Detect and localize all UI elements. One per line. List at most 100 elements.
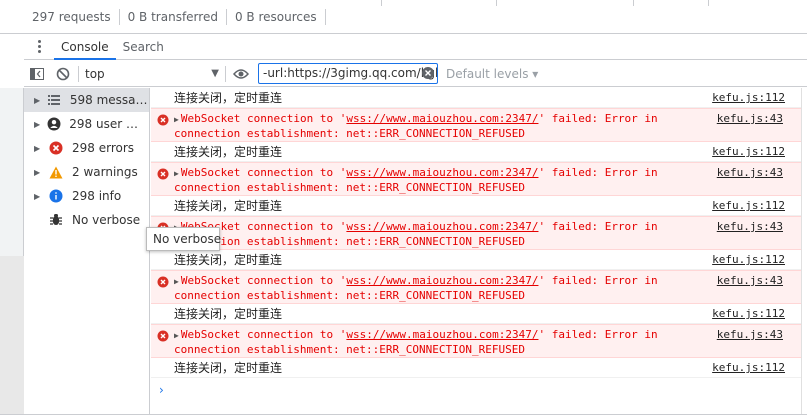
tab-search[interactable]: Search bbox=[116, 34, 171, 59]
error-detail: connection establishment: net::ERR_CONNE… bbox=[174, 289, 525, 302]
resources-size: 0 B resources bbox=[227, 8, 326, 25]
scrollbar[interactable] bbox=[801, 88, 807, 420]
sidebar-item-verbose[interactable]: No verbose bbox=[24, 208, 149, 232]
console-log-message: 连接关闭，定时重连 kefu.js:112 bbox=[151, 250, 801, 270]
console-error-message: ▶WebSocket connection to 'wss://www.maio… bbox=[151, 108, 801, 142]
console-prompt-input[interactable]: › bbox=[151, 378, 801, 397]
source-link[interactable]: kefu.js:43 bbox=[717, 112, 783, 126]
tab-console[interactable]: Console bbox=[54, 34, 116, 60]
console-error-message: ▶WebSocket connection to 'wss://www.maio… bbox=[151, 162, 801, 196]
log-levels-dropdown[interactable]: Default levels ▾ bbox=[446, 67, 538, 81]
error-icon bbox=[157, 276, 169, 288]
error-text: ▶WebSocket connection to 'wss://www.maio… bbox=[174, 166, 694, 195]
expand-arrow-icon[interactable]: ▶ bbox=[174, 169, 179, 178]
console-log-message: 连接关闭，定时重连 kefu.js:112 bbox=[151, 196, 801, 216]
transferred-size: 0 B transferred bbox=[120, 8, 227, 25]
column-divider bbox=[496, 0, 497, 6]
chevron-right-icon: › bbox=[159, 383, 164, 397]
warning-icon bbox=[48, 164, 64, 180]
console-log-message: 连接关闭，定时重连 kefu.js:112 bbox=[151, 304, 801, 324]
sidebar-item-errors[interactable]: ▶ 298 errors bbox=[24, 136, 149, 160]
console-log-message: 连接关闭，定时重连 kefu.js:112 bbox=[151, 142, 801, 162]
console-log-message: 连接关闭，定时重连 kefu.js:112 bbox=[151, 358, 801, 378]
message-text: 连接关闭，定时重连 bbox=[174, 91, 283, 105]
error-suffix: ' failed: Error in bbox=[538, 112, 658, 125]
source-link[interactable]: kefu.js:112 bbox=[712, 253, 785, 267]
drawer-tabbar: Console Search bbox=[24, 34, 807, 60]
expand-arrow-icon[interactable]: ▶ bbox=[174, 331, 179, 340]
message-text: 连接关闭，定时重连 bbox=[174, 253, 283, 267]
column-divider bbox=[633, 0, 634, 6]
error-text: ▶WebSocket connection to 'wss://www.maio… bbox=[174, 220, 694, 249]
toolbar-divider bbox=[78, 65, 79, 82]
console-messages: 连接关闭，定时重连 kefu.js:112 ▶ WebSocket connecti… bbox=[151, 88, 801, 414]
expand-arrow-icon[interactable]: ▶ bbox=[34, 144, 48, 153]
console-sidebar: ▶ 598 messag… ▶ 298 user me… ▶ 298 error… bbox=[24, 88, 150, 414]
expand-arrow-icon[interactable]: ▶ bbox=[174, 277, 179, 286]
error-prefix: WebSocket connection to ' bbox=[180, 112, 347, 125]
source-link[interactable]: kefu.js:43 bbox=[717, 166, 783, 180]
error-icon bbox=[157, 330, 169, 342]
console-toolbar: top ▼ -url:https://3gimg.qq.com/light De… bbox=[24, 61, 807, 87]
requests-count: 297 requests bbox=[32, 8, 120, 25]
sidebar-item-warnings[interactable]: ▶ 2 warnings bbox=[24, 160, 149, 184]
column-divider bbox=[381, 0, 382, 6]
gutter-fill bbox=[0, 256, 24, 416]
source-link[interactable]: kefu.js:43 bbox=[717, 274, 783, 288]
error-suffix: ' failed: Error in bbox=[538, 220, 658, 233]
websocket-url-link[interactable]: wss://www.maiouzhou.com:2347/ bbox=[346, 166, 538, 179]
source-link[interactable]: kefu.js:43 bbox=[717, 220, 783, 234]
source-link[interactable]: kefu.js:43 bbox=[717, 328, 783, 342]
error-suffix: ' failed: Error in bbox=[538, 274, 658, 287]
websocket-url-link[interactable]: wss://www.maiouzhou.com:2347/ bbox=[346, 220, 538, 233]
source-link[interactable]: kefu.js:112 bbox=[712, 145, 785, 159]
error-text: ▶WebSocket connection to 'wss://www.maio… bbox=[174, 112, 694, 141]
expand-arrow-icon[interactable]: ▶ bbox=[34, 120, 47, 129]
message-text: 连接关闭，定时重连 bbox=[174, 361, 283, 375]
clear-filter-icon[interactable] bbox=[421, 66, 435, 80]
column-divider bbox=[708, 0, 709, 6]
bottom-border bbox=[0, 414, 807, 420]
error-detail: connection establishment: net::ERR_CONNE… bbox=[174, 181, 525, 194]
error-icon bbox=[157, 114, 169, 126]
expand-arrow-icon[interactable]: ▶ bbox=[34, 168, 48, 177]
source-link[interactable]: kefu.js:112 bbox=[712, 361, 785, 375]
websocket-url-link[interactable]: wss://www.maiouzhou.com:2347/ bbox=[346, 274, 538, 287]
console-error-message: ▶WebSocket connection to 'wss://www.maio… bbox=[151, 270, 801, 304]
websocket-url-link[interactable]: wss://www.maiouzhou.com:2347/ bbox=[346, 112, 538, 125]
tooltip: No verbose bbox=[146, 227, 221, 251]
context-selector[interactable]: top ▼ bbox=[81, 67, 223, 81]
websocket-url-link[interactable]: wss://www.maiouzhou.com:2347/ bbox=[346, 328, 538, 341]
user-icon bbox=[47, 116, 62, 132]
more-tabs-icon[interactable] bbox=[24, 34, 54, 59]
filter-input[interactable]: -url:https://3gimg.qq.com/light bbox=[258, 63, 438, 84]
chevron-down-icon: ▼ bbox=[211, 68, 219, 79]
sidebar-toggle-icon[interactable] bbox=[24, 62, 50, 86]
network-status-bar: 297 requests 0 B transferred 0 B resourc… bbox=[0, 0, 807, 34]
error-text: ▶WebSocket connection to 'wss://www.maio… bbox=[174, 274, 694, 303]
sidebar-item-label: 298 user me… bbox=[69, 117, 149, 131]
expand-arrow-icon[interactable]: ▶ bbox=[34, 96, 47, 105]
source-link[interactable]: kefu.js:112 bbox=[712, 307, 785, 321]
left-gutter bbox=[0, 88, 24, 420]
sidebar-item-label: No verbose bbox=[72, 213, 141, 227]
message-text: 连接关闭，定时重连 bbox=[174, 145, 283, 159]
expand-arrow-icon[interactable]: ▶ bbox=[174, 115, 179, 124]
error-prefix: WebSocket connection to ' bbox=[180, 328, 347, 341]
source-link[interactable]: kefu.js:112 bbox=[712, 91, 785, 105]
sidebar-item-user-messages[interactable]: ▶ 298 user me… bbox=[24, 112, 149, 136]
console-error-message: ▶WebSocket connection to 'wss://www.maio… bbox=[151, 324, 801, 358]
sidebar-item-messages[interactable]: ▶ 598 messag… bbox=[24, 88, 149, 112]
info-icon bbox=[48, 188, 64, 204]
console-log-message: 连接关闭，定时重连 kefu.js:112 bbox=[151, 88, 801, 108]
error-icon bbox=[157, 168, 169, 180]
source-link[interactable]: kefu.js:112 bbox=[712, 199, 785, 213]
sidebar-item-info[interactable]: ▶ 298 info bbox=[24, 184, 149, 208]
sidebar-item-label: 2 warnings bbox=[72, 165, 138, 179]
error-prefix: WebSocket connection to ' bbox=[180, 274, 347, 287]
expand-arrow-icon[interactable]: ▶ bbox=[34, 192, 48, 201]
error-text: ▶WebSocket connection to 'wss://www.maio… bbox=[174, 328, 694, 357]
clear-console-icon[interactable] bbox=[50, 62, 76, 86]
sidebar-item-label: 298 errors bbox=[72, 141, 135, 155]
live-expression-eye-icon[interactable] bbox=[228, 62, 254, 86]
